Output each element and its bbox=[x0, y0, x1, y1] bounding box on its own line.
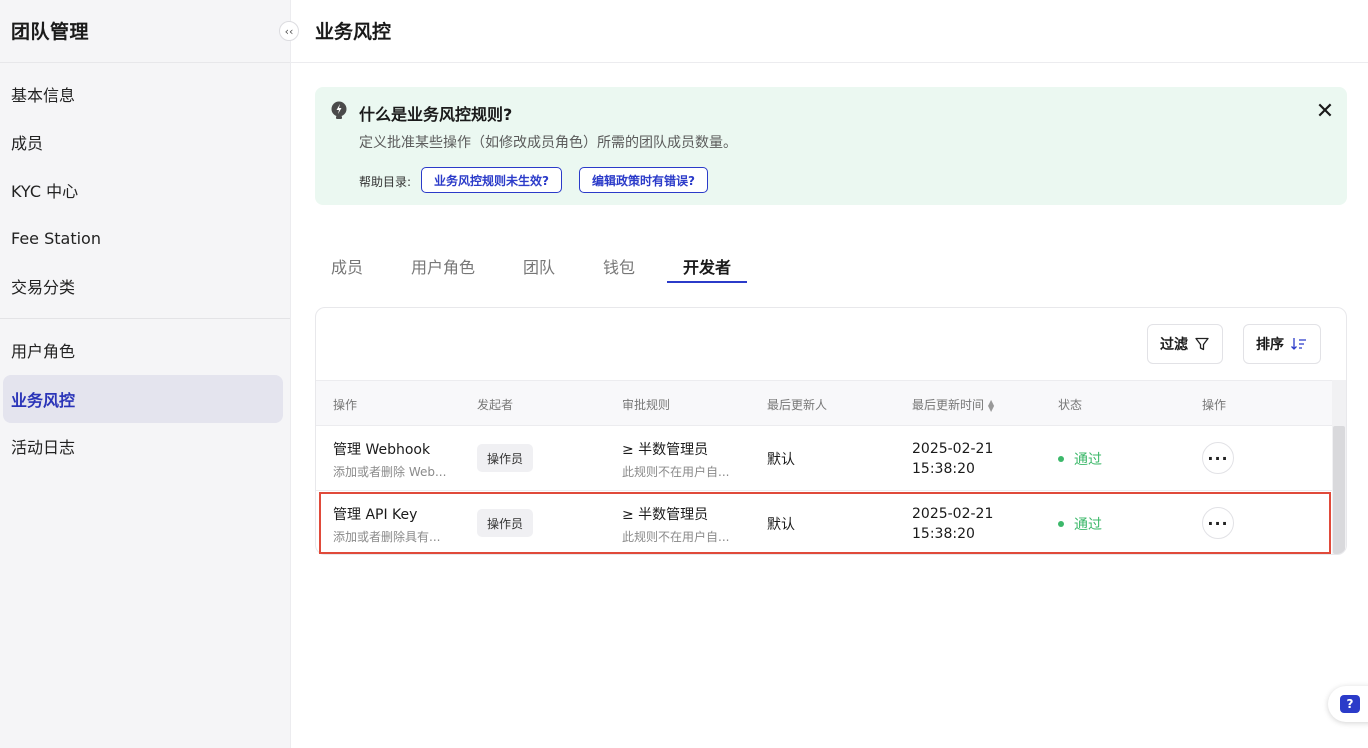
filter-button-label: 过滤 bbox=[1160, 337, 1188, 353]
status-dot-icon bbox=[1058, 521, 1064, 527]
sort-descending-icon bbox=[1291, 338, 1306, 350]
banner-title: 什么是业务风控规则? bbox=[359, 105, 513, 124]
updated-time-cell: 2025-02-21 15:38:20 bbox=[912, 504, 993, 544]
tab-team[interactable]: 团队 bbox=[523, 254, 555, 278]
action-cell: 管理 API Key 添加或者删除具有... bbox=[333, 504, 440, 545]
sidebar-item-transaction-category[interactable]: 交易分类 bbox=[3, 262, 283, 310]
sidebar-item-kyc[interactable]: KYC 中心 bbox=[3, 166, 283, 214]
tab-members[interactable]: 成员 bbox=[331, 254, 363, 278]
sidebar-item-activity-log[interactable]: 活动日志 bbox=[3, 422, 283, 470]
updated-date: 2025-02-21 bbox=[912, 506, 994, 522]
sidebar-item-user-roles[interactable]: 用户角色 bbox=[3, 326, 283, 374]
page-title: 业务风控 bbox=[315, 21, 392, 43]
column-header-last-updated-time-label: 最后更新时间 bbox=[912, 398, 985, 412]
table-row[interactable]: 管理 API Key 添加或者删除具有... 操作员 ≥ 半数管理员 此规则不在… bbox=[316, 491, 1332, 554]
filter-button[interactable]: 过滤 bbox=[1147, 324, 1223, 364]
approval-rule-description: 此规则不在用户自... bbox=[622, 530, 730, 544]
info-banner: 什么是业务风控规则? 定义批准某些操作（如修改成员角色）所需的团队成员数量。 ✕… bbox=[315, 87, 1347, 205]
active-tab-indicator bbox=[667, 281, 747, 283]
status-dot-icon bbox=[1058, 456, 1064, 462]
rules-table-card: 过滤 排序 操作 发起者 审批规则 最后更新人 最后更新时间 ▲ ▼ 状态 操作 管… bbox=[315, 307, 1347, 555]
help-question-icon: ? bbox=[1340, 695, 1360, 713]
action-description: 添加或者删除具有... bbox=[333, 530, 441, 544]
sidebar-collapse-button[interactable]: ‹‹ bbox=[279, 21, 299, 41]
initiator-badge: 操作员 bbox=[477, 444, 534, 472]
tab-user-roles[interactable]: 用户角色 bbox=[411, 254, 475, 278]
approval-rule-description: 此规则不在用户自... bbox=[622, 465, 730, 479]
lightbulb-icon bbox=[331, 101, 347, 119]
ellipsis-icon: ··· bbox=[1207, 513, 1229, 533]
help-catalog-label: 帮助目录: bbox=[359, 175, 412, 189]
table-scrollbar-thumb[interactable] bbox=[1333, 426, 1345, 554]
status-label: 通过 bbox=[1074, 517, 1102, 533]
status-label: 通过 bbox=[1074, 452, 1102, 468]
help-chat-button[interactable]: ? bbox=[1328, 686, 1368, 722]
column-header-last-updated-time[interactable]: 最后更新时间 ▲ ▼ bbox=[912, 396, 994, 413]
action-cell: 管理 Webhook 添加或者删除 Web... bbox=[333, 439, 446, 480]
header-divider bbox=[291, 62, 1368, 63]
status-badge: 通过 bbox=[1058, 449, 1102, 469]
action-name: 管理 Webhook bbox=[333, 442, 431, 458]
help-link-policy-edit-error[interactable]: 编辑政策时有错误? bbox=[579, 167, 708, 193]
double-chevron-left-icon: ‹‹ bbox=[284, 24, 294, 38]
approval-rule: ≥ 半数管理员 bbox=[622, 442, 709, 458]
action-name: 管理 API Key bbox=[333, 507, 418, 523]
tab-developer[interactable]: 开发者 bbox=[683, 254, 731, 278]
help-link-rule-not-effective[interactable]: 业务风控规则未生效? bbox=[421, 167, 562, 193]
more-options-button[interactable]: ··· bbox=[1202, 442, 1234, 474]
updated-by-cell: 默认 bbox=[767, 452, 795, 468]
sidebar-group-divider bbox=[0, 318, 290, 319]
tab-wallet[interactable]: 钱包 bbox=[603, 254, 635, 278]
close-icon[interactable]: ✕ bbox=[1313, 99, 1337, 124]
action-description: 添加或者删除 Web... bbox=[333, 465, 447, 479]
approval-rule: ≥ 半数管理员 bbox=[622, 507, 709, 523]
approval-rule-cell: ≥ 半数管理员 此规则不在用户自... bbox=[622, 504, 729, 545]
approval-rule-cell: ≥ 半数管理员 此规则不在用户自... bbox=[622, 439, 729, 480]
sidebar-item-members[interactable]: 成员 bbox=[3, 118, 283, 166]
column-header-operations: 操作 bbox=[1202, 398, 1227, 412]
sidebar-item-business-risk-control[interactable]: 业务风控 bbox=[3, 375, 283, 423]
sidebar-title: 团队管理 bbox=[11, 21, 90, 43]
banner-description: 定义批准某些操作（如修改成员角色）所需的团队成员数量。 bbox=[359, 135, 737, 151]
sidebar: 团队管理 基本信息 成员 KYC 中心 Fee Station 交易分类 用户角… bbox=[0, 0, 291, 748]
sort-button-label: 排序 bbox=[1256, 337, 1284, 353]
table-header: 操作 发起者 审批规则 最后更新人 最后更新时间 ▲ ▼ 状态 操作 bbox=[316, 380, 1332, 426]
sidebar-item-basic-info[interactable]: 基本信息 bbox=[3, 70, 283, 118]
table-row[interactable]: 管理 Webhook 添加或者删除 Web... 操作员 ≥ 半数管理员 此规则… bbox=[316, 426, 1332, 491]
funnel-icon bbox=[1195, 337, 1209, 351]
column-header-approval-rule: 审批规则 bbox=[622, 398, 671, 412]
column-header-action: 操作 bbox=[333, 398, 358, 412]
updated-date: 2025-02-21 bbox=[912, 441, 994, 457]
updated-time: 15:38:20 bbox=[912, 461, 975, 477]
column-header-status: 状态 bbox=[1058, 398, 1083, 412]
more-options-button[interactable]: ··· bbox=[1202, 507, 1234, 539]
column-header-last-updated-by: 最后更新人 bbox=[767, 398, 828, 412]
status-badge: 通过 bbox=[1058, 514, 1102, 534]
sort-button[interactable]: 排序 bbox=[1243, 324, 1321, 364]
sort-toggle-icon[interactable]: ▲ ▼ bbox=[988, 398, 994, 412]
sidebar-item-fee-station[interactable]: Fee Station bbox=[3, 214, 283, 262]
updated-time-cell: 2025-02-21 15:38:20 bbox=[912, 439, 993, 479]
updated-by-cell: 默认 bbox=[767, 517, 795, 533]
initiator-badge: 操作员 bbox=[477, 509, 534, 537]
ellipsis-icon: ··· bbox=[1207, 448, 1229, 468]
sidebar-divider bbox=[0, 62, 290, 63]
updated-time: 15:38:20 bbox=[912, 526, 975, 542]
column-header-initiator: 发起者 bbox=[477, 398, 514, 412]
